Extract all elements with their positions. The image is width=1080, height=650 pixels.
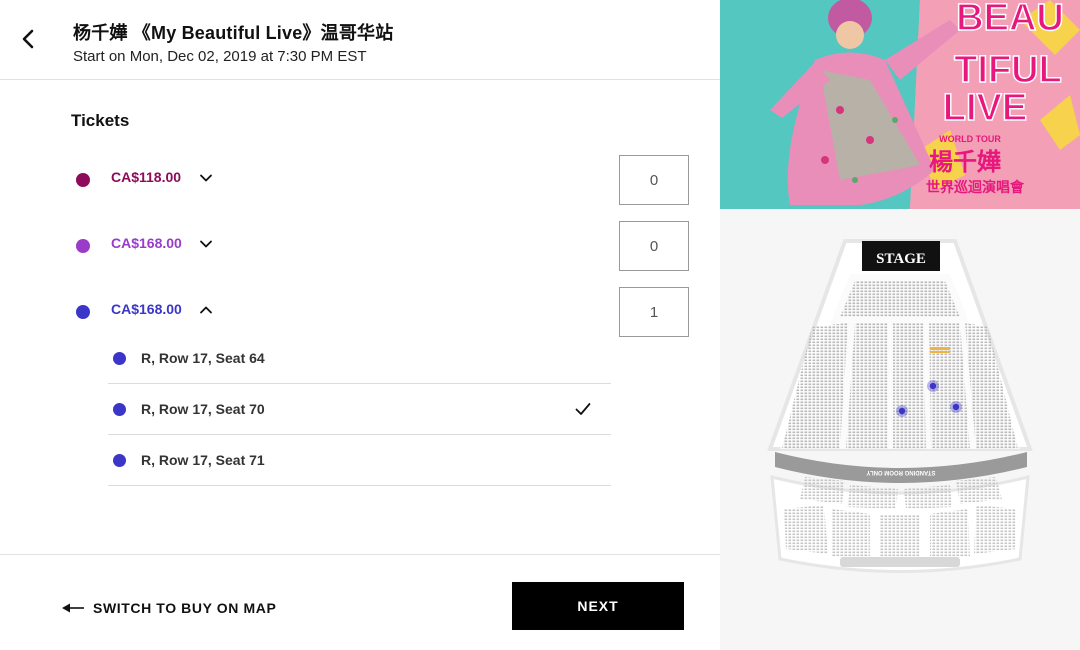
back-button[interactable] <box>14 24 44 54</box>
chevron-down-icon[interactable] <box>199 237 213 251</box>
chevron-left-icon <box>22 29 34 49</box>
seat-label: R, Row 17, Seat 71 <box>141 452 265 468</box>
price-color-dot <box>76 305 90 319</box>
standing-room-label: STANDING ROOM ONLY <box>866 469 935 475</box>
seat-color-dot <box>113 352 126 365</box>
quantity-input[interactable]: 1 <box>619 287 689 337</box>
event-date: Start on Mon, Dec 02, 2019 at 7:30 PM ES… <box>73 48 367 65</box>
seat-map-diagram: STAGE STANDING ROOM ONLY <box>767 239 1033 573</box>
tier-price[interactable]: CA$168.00 <box>111 235 182 251</box>
checkmark-icon <box>575 403 591 415</box>
seat-color-dot <box>113 454 126 467</box>
tier-price[interactable]: CA$118.00 <box>111 169 181 185</box>
tickets-heading: Tickets <box>71 111 130 130</box>
switch-to-map-link[interactable]: SWITCH TO BUY ON MAP <box>62 599 276 617</box>
event-visuals: BEAU TIFUL LIVE WORLD TOUR 楊千嬅 世界巡迴演唱會 S… <box>720 0 1080 650</box>
ticket-panel: 杨千嬅 《My Beautiful Live》温哥华站 Start on Mon… <box>0 0 720 650</box>
price-color-dot <box>76 173 90 187</box>
seat-label: R, Row 17, Seat 70 <box>141 401 265 417</box>
seat-label: R, Row 17, Seat 64 <box>141 350 265 366</box>
arrow-left-icon <box>62 603 84 613</box>
ticket-tier: CA$168.00 0 <box>0 221 720 271</box>
event-header: 杨千嬅 《My Beautiful Live》温哥华站 Start on Mon… <box>0 0 720 80</box>
chevron-up-icon[interactable] <box>199 303 213 317</box>
seat-color-dot <box>113 403 126 416</box>
tier-price[interactable]: CA$168.00 <box>111 301 182 317</box>
seat-list-item[interactable]: R, Row 17, Seat 64 <box>108 333 611 384</box>
quantity-input[interactable]: 0 <box>619 155 689 205</box>
price-color-dot <box>76 239 90 253</box>
poster-artist: 楊千嬅 <box>929 148 1001 176</box>
chevron-down-icon[interactable] <box>199 171 213 185</box>
event-poster: BEAU TIFUL LIVE WORLD TOUR 楊千嬅 世界巡迴演唱會 <box>720 0 1080 209</box>
action-footer: SWITCH TO BUY ON MAP NEXT <box>0 554 720 650</box>
poster-artwork: BEAU TIFUL LIVE WORLD TOUR 楊千嬅 世界巡迴演唱會 <box>720 0 1080 209</box>
poster-title-line: LIVE <box>943 87 1027 129</box>
ticket-tier: CA$118.00 0 <box>0 155 720 205</box>
poster-tour-label: WORLD TOUR <box>939 134 1001 144</box>
ticket-tier: CA$168.00 1 <box>0 287 720 337</box>
stage-label: STAGE <box>876 251 926 267</box>
seat-list-item[interactable]: R, Row 17, Seat 70 <box>108 384 611 435</box>
poster-title-line: TIFUL <box>954 49 1062 91</box>
seat-list-item[interactable]: R, Row 17, Seat 71 <box>108 435 611 486</box>
poster-subtitle: 世界巡迴演唱會 <box>926 179 1025 196</box>
event-title: 杨千嬅 《My Beautiful Live》温哥华站 <box>73 23 394 43</box>
seat-map[interactable]: STAGE STANDING ROOM ONLY <box>720 209 1080 650</box>
next-button[interactable]: NEXT <box>512 582 684 630</box>
switch-to-map-label: SWITCH TO BUY ON MAP <box>93 600 277 616</box>
poster-title-line: BEAU <box>956 0 1064 39</box>
quantity-input[interactable]: 0 <box>619 221 689 271</box>
